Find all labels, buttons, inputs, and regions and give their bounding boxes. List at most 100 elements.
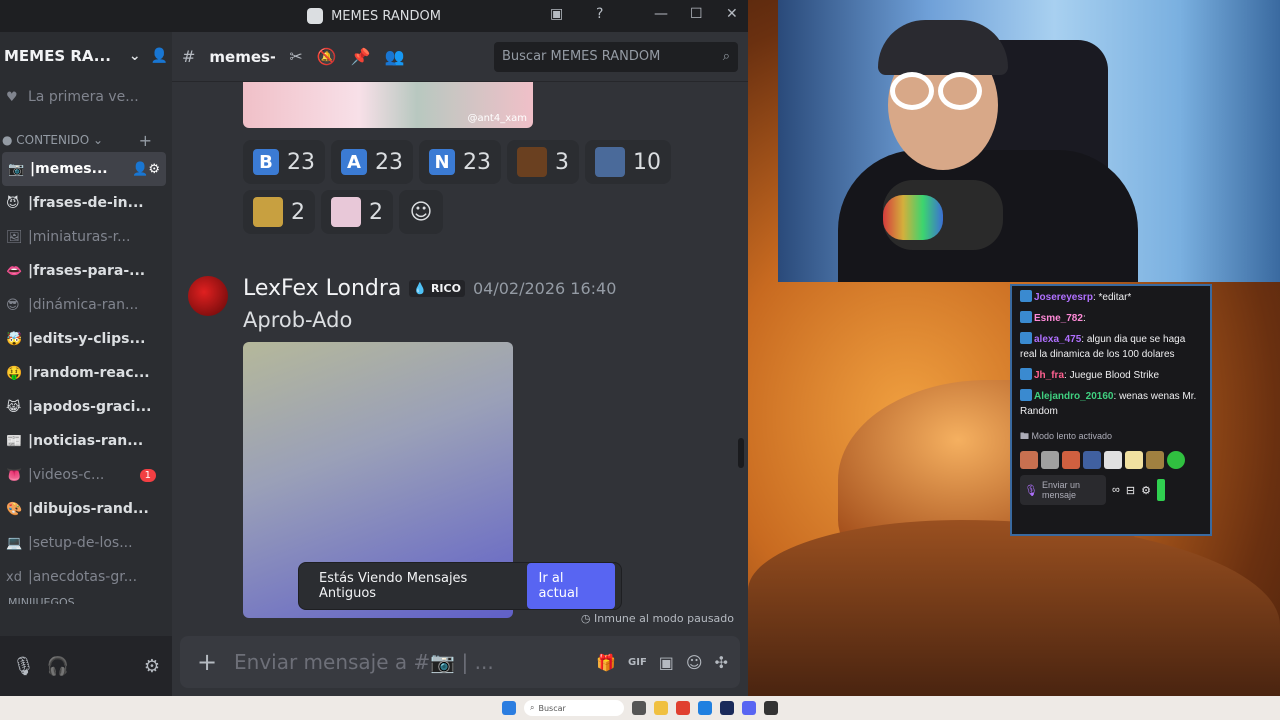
viewer-avatar[interactable]: [1167, 451, 1185, 469]
server-name[interactable]: MEMES RA...: [4, 47, 119, 65]
threads-icon[interactable]: ✂: [289, 47, 302, 66]
jump-to-present-button[interactable]: Ir al actual: [526, 563, 615, 609]
gif-icon[interactable]: GIF: [628, 657, 647, 668]
sidebar-channel-item[interactable]: 🎨 | dibujos-rand...: [0, 492, 172, 526]
user-settings-icon[interactable]: ⚙: [144, 656, 160, 677]
add-reaction-icon[interactable]: ☺: [399, 190, 443, 234]
reaction-emoji-icon: [331, 197, 361, 227]
chat-username[interactable]: Josereyesrp: [1034, 292, 1093, 303]
scrollbar[interactable]: [738, 438, 744, 468]
gift-icon[interactable]: 🎁: [596, 653, 616, 672]
role-tag[interactable]: 💧 RICO: [409, 280, 465, 297]
viewer-avatar[interactable]: [1125, 451, 1143, 469]
settings-icon[interactable]: ⚙: [1141, 484, 1151, 497]
category-header[interactable]: ● CONTENIDO ⌄ +: [0, 128, 172, 152]
photoshop-icon[interactable]: [720, 701, 734, 715]
close-icon[interactable]: ✕: [726, 6, 738, 22]
message-author[interactable]: LexFex Londra: [243, 276, 401, 301]
glasses-left: [890, 72, 934, 110]
screen-share-icon[interactable]: ▣: [550, 6, 563, 22]
mic-icon: 🎙: [1024, 484, 1038, 497]
sidebar-item-label: La primera ve...: [28, 89, 139, 105]
reaction-emoji-icon: [595, 147, 625, 177]
chevron-down-icon[interactable]: ⌄: [129, 48, 141, 64]
taskbar-search[interactable]: ⌕ Buscar: [524, 700, 624, 716]
channel-settings-icon[interactable]: 👤⚙: [132, 162, 160, 177]
sidebar-channel-item[interactable]: 📰 | noticias-ran...: [0, 424, 172, 458]
image-watermark: @ant4_xam: [467, 113, 527, 124]
edge-icon[interactable]: [698, 701, 712, 715]
viewer-avatar[interactable]: [1041, 451, 1059, 469]
sidebar-channel-item[interactable]: 😹 | apodos-graci...: [0, 390, 172, 424]
member-list-icon[interactable]: 👥: [385, 47, 405, 66]
sidebar-channel-item[interactable]: 💻 | setup-de-los...: [0, 526, 172, 560]
reaction-count: 23: [287, 149, 315, 175]
channel-emoji-icon: 😎: [6, 297, 20, 313]
chat-username[interactable]: alexa_475: [1034, 334, 1081, 345]
add-attachment-button[interactable]: +: [192, 648, 222, 676]
start-icon[interactable]: [502, 701, 516, 715]
sidebar-channel-item[interactable]: 👅 | videos-c... 1: [0, 458, 172, 492]
previous-message-image[interactable]: @ant4_xam: [243, 82, 533, 128]
viewer-avatar[interactable]: [1146, 451, 1164, 469]
chrome-icon[interactable]: [676, 701, 690, 715]
channel-label: anecdotas-gr...: [32, 569, 138, 585]
reaction-button[interactable]: 2: [321, 190, 393, 234]
sidebar-channel-item[interactable]: 😎 | dinámica-ran...: [0, 288, 172, 322]
sidebar-item-top[interactable]: ♥ La primera ve...: [0, 80, 172, 114]
chat-main: # memes-ir ✂ 🔕 📌 👥 Buscar MEMES RANDOM ⌕…: [172, 32, 748, 696]
chat-message: Alejandro_20160: wenas wenas Mr. Random: [1020, 389, 1197, 417]
mute-icon[interactable]: 🔕: [317, 47, 337, 66]
reaction-button[interactable]: B 23: [243, 140, 325, 184]
maximize-icon[interactable]: ☐: [690, 6, 703, 22]
reaction-button[interactable]: N 23: [419, 140, 501, 184]
slow-mode-icon: 🖿: [1020, 431, 1032, 441]
server-header[interactable]: MEMES RA... ⌄ 👤: [0, 32, 172, 80]
search-input[interactable]: Buscar MEMES RANDOM ⌕: [494, 41, 738, 72]
pin-icon[interactable]: 📌: [351, 47, 371, 66]
sidebar-channel-item[interactable]: 🤯 | edits-y-clips...: [0, 322, 172, 356]
chat-username[interactable]: Jh_fra: [1034, 370, 1064, 381]
viewer-avatar[interactable]: [1062, 451, 1080, 469]
headphones-icon[interactable]: 🎧: [47, 656, 69, 677]
minimize-icon[interactable]: —: [654, 6, 668, 22]
sidebar-channel-item[interactable]: 📷 | memes... 👤⚙: [2, 152, 166, 186]
immune-notice: ◷ Inmune al modo pausado: [580, 612, 734, 625]
chat-message-input[interactable]: 🎙 Enviar un mensaje: [1020, 475, 1106, 505]
emoji-icon[interactable]: ☺: [686, 653, 703, 672]
gift-icon[interactable]: ⊟: [1126, 484, 1135, 497]
chat-send-button[interactable]: [1156, 479, 1165, 501]
help-icon[interactable]: ?: [596, 6, 603, 22]
invite-people-icon[interactable]: 👤: [151, 48, 168, 64]
task-view-icon[interactable]: [632, 701, 646, 715]
reactions-bar: B 23 A 23 N 23 3 10 2 2 ☺: [243, 140, 703, 234]
sidebar-channel-item[interactable]: 🤑 | random-reac...: [0, 356, 172, 390]
avatar[interactable]: [188, 276, 228, 316]
viewer-avatar[interactable]: [1083, 451, 1101, 469]
add-channel-icon[interactable]: +: [139, 131, 152, 150]
viewer-avatar[interactable]: [1020, 451, 1038, 469]
microphone-icon[interactable]: 🎙: [12, 656, 35, 677]
sidebar-channel-item[interactable]: 🖼 | miniaturas-r...: [0, 220, 172, 254]
sidebar-channel-item[interactable]: 😈 | frases-de-in...: [0, 186, 172, 220]
bits-icon[interactable]: ∞: [1112, 484, 1120, 496]
chat-username[interactable]: Alejandro_20160: [1034, 391, 1114, 402]
sidebar-channel-item[interactable]: xd | anecdotas-gr...: [0, 560, 172, 594]
reaction-button[interactable]: A 23: [331, 140, 413, 184]
file-explorer-icon[interactable]: [654, 701, 668, 715]
chat-username[interactable]: Esme_782: [1034, 313, 1083, 324]
obs-icon[interactable]: [764, 701, 778, 715]
reaction-button[interactable]: 2: [243, 190, 315, 234]
message-input[interactable]: Enviar mensaje a #📷 | ...: [234, 650, 584, 674]
discord-taskbar-icon[interactable]: [742, 701, 756, 715]
search-icon: ⌕: [530, 703, 535, 712]
sidebar-channel-item[interactable]: 👄 | frases-para-...: [0, 254, 172, 288]
reaction-button[interactable]: 10: [585, 140, 671, 184]
viewer-avatar[interactable]: [1104, 451, 1122, 469]
next-category[interactable]: MINIJUEGOS: [0, 594, 172, 604]
reaction-button[interactable]: 3: [507, 140, 579, 184]
message-text: Aprob-Ado: [243, 308, 353, 332]
sticker-icon[interactable]: ▣: [659, 653, 674, 672]
reaction-letter-icon: B: [253, 149, 279, 175]
apps-icon[interactable]: ✣: [715, 653, 728, 672]
